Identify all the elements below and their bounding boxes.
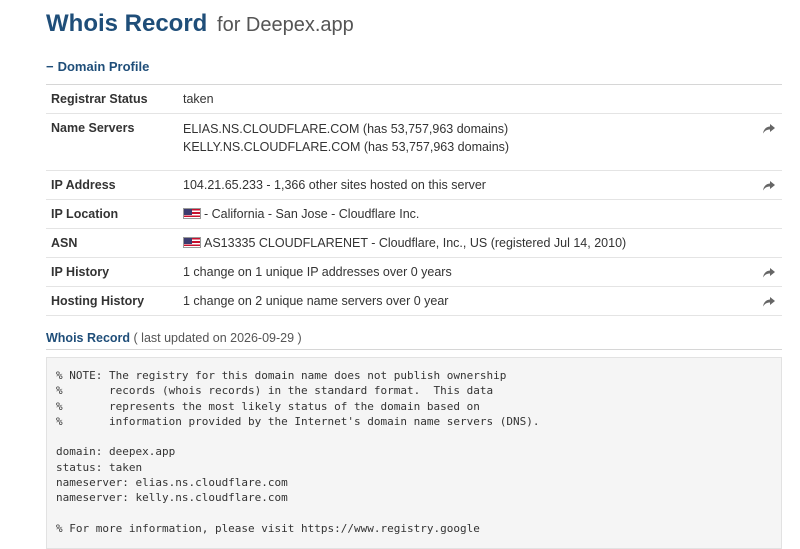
ip-history-value: 1 change on 1 unique IP addresses over 0… <box>183 257 756 287</box>
page: Whois Record for Deepex.app − Domain Prof… <box>0 0 800 549</box>
domain-profile-title[interactable]: Domain Profile <box>58 59 150 74</box>
table-row: Hosting History 1 change on 2 unique nam… <box>46 286 782 316</box>
minus-icon[interactable]: − <box>46 59 54 74</box>
hosting-history-label: Hosting History <box>46 286 183 316</box>
ip-address-share[interactable] <box>756 170 782 200</box>
table-row: Name Servers ELIAS.NS.CLOUDFLARE.COM (ha… <box>46 113 782 171</box>
raw-whois-text: % NOTE: The registry for this domain nam… <box>46 357 782 549</box>
domain-profile-table: Registrar Status taken Name Servers ELIA… <box>46 85 782 316</box>
hosting-history-value: 1 change on 2 unique name servers over 0… <box>183 286 756 316</box>
domain-profile-header[interactable]: − Domain Profile <box>46 58 782 85</box>
registrar-status-value: taken <box>183 85 756 114</box>
table-row: IP Address 104.21.65.233 - 1,366 other s… <box>46 170 782 200</box>
page-title-main: Whois Record <box>46 10 208 37</box>
hosting-history-share[interactable] <box>756 286 782 316</box>
us-flag-icon <box>183 237 201 248</box>
name-server-1: ELIAS.NS.CLOUDFLARE.COM (has 53,757,963 … <box>183 122 509 136</box>
whois-record-header: Whois Record ( last updated on 2026-09-2… <box>46 329 782 350</box>
share-arrow-icon[interactable] <box>762 267 776 279</box>
registrar-status-label: Registrar Status <box>46 85 183 114</box>
ip-history-share[interactable] <box>756 257 782 287</box>
table-row: Registrar Status taken <box>46 85 782 114</box>
us-flag-icon <box>183 208 201 219</box>
table-row: IP Location - California - San Jose - Cl… <box>46 199 782 229</box>
ip-location-text: - California - San Jose - Cloudflare Inc… <box>204 207 420 221</box>
table-row: ASN AS13335 CLOUDFLARENET - Cloudflare, … <box>46 228 782 258</box>
page-title-domain: for Deepex.app <box>217 14 354 36</box>
asn-value: AS13335 CLOUDFLARENET - Cloudflare, Inc.… <box>183 228 756 258</box>
table-row: IP History 1 change on 1 unique IP addre… <box>46 257 782 287</box>
last-updated-text: ( last updated on 2026-09-29 ) <box>133 331 302 345</box>
name-server-2: KELLY.NS.CLOUDFLARE.COM (has 53,757,963 … <box>183 140 510 154</box>
name-servers-label: Name Servers <box>46 113 183 171</box>
page-title: Whois Record for Deepex.app <box>46 0 782 50</box>
name-servers-share[interactable] <box>756 113 782 171</box>
ip-address-label: IP Address <box>46 170 183 200</box>
name-servers-value: ELIAS.NS.CLOUDFLARE.COM (has 53,757,963 … <box>183 113 756 171</box>
asn-text: AS13335 CLOUDFLARENET - Cloudflare, Inc.… <box>204 236 627 250</box>
asn-label: ASN <box>46 228 183 258</box>
ip-location-label: IP Location <box>46 199 183 229</box>
ip-location-value: - California - San Jose - Cloudflare Inc… <box>183 199 756 229</box>
share-arrow-icon[interactable] <box>762 180 776 192</box>
share-arrow-icon[interactable] <box>762 296 776 308</box>
ip-address-value: 104.21.65.233 - 1,366 other sites hosted… <box>183 170 756 200</box>
share-arrow-icon[interactable] <box>762 123 776 135</box>
whois-record-title: Whois Record <box>46 331 131 345</box>
ip-history-label: IP History <box>46 257 183 287</box>
